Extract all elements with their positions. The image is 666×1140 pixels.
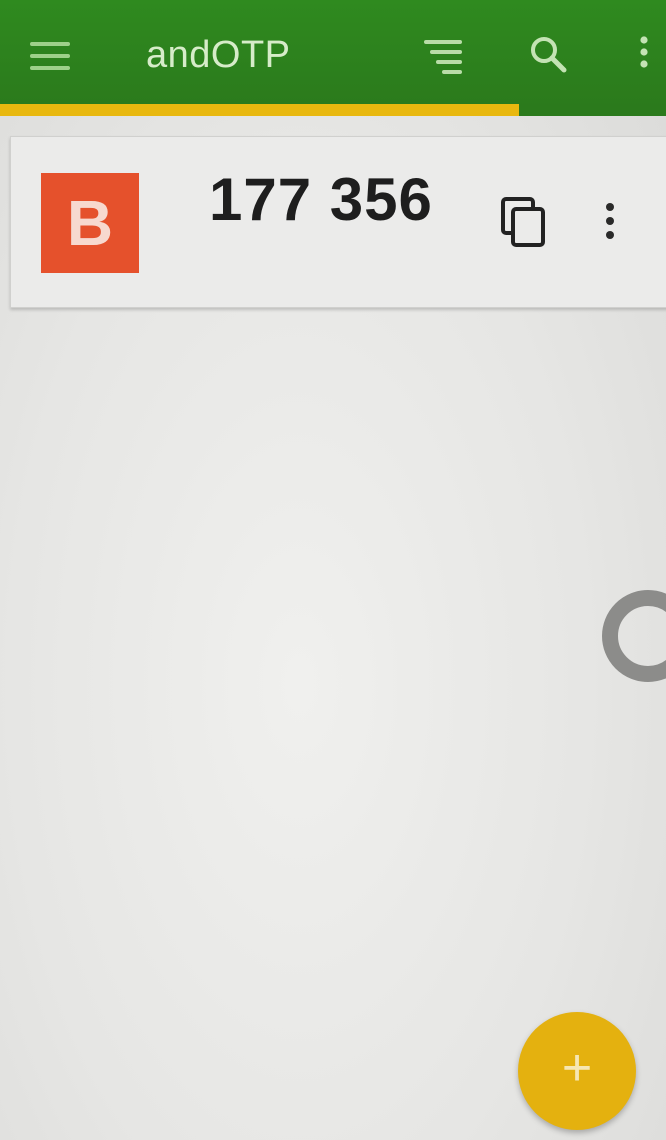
hamburger-line xyxy=(30,54,70,58)
hamburger-menu-icon[interactable] xyxy=(22,32,78,80)
overflow-menu-icon[interactable] xyxy=(618,28,666,84)
entry-avatar: B xyxy=(41,173,139,273)
token-progress-bar xyxy=(0,104,666,116)
add-entry-button[interactable]: + xyxy=(518,1012,636,1130)
hamburger-line xyxy=(30,42,70,46)
otp-entry-card[interactable]: B 177 356 xyxy=(10,136,666,308)
otp-code[interactable]: 177 356 xyxy=(209,165,433,234)
app-title: andOTP xyxy=(146,34,291,76)
app-bar: andOTP xyxy=(0,0,666,108)
token-progress-fill xyxy=(0,104,520,116)
search-icon[interactable] xyxy=(520,28,576,84)
copy-icon[interactable] xyxy=(495,193,555,253)
app-screen: andOTP B 177 356 + xyxy=(0,0,666,1140)
hamburger-line xyxy=(30,66,70,70)
sort-icon[interactable] xyxy=(416,28,472,84)
more-vert-icon[interactable] xyxy=(595,197,625,249)
timer-ring-icon xyxy=(596,580,666,690)
